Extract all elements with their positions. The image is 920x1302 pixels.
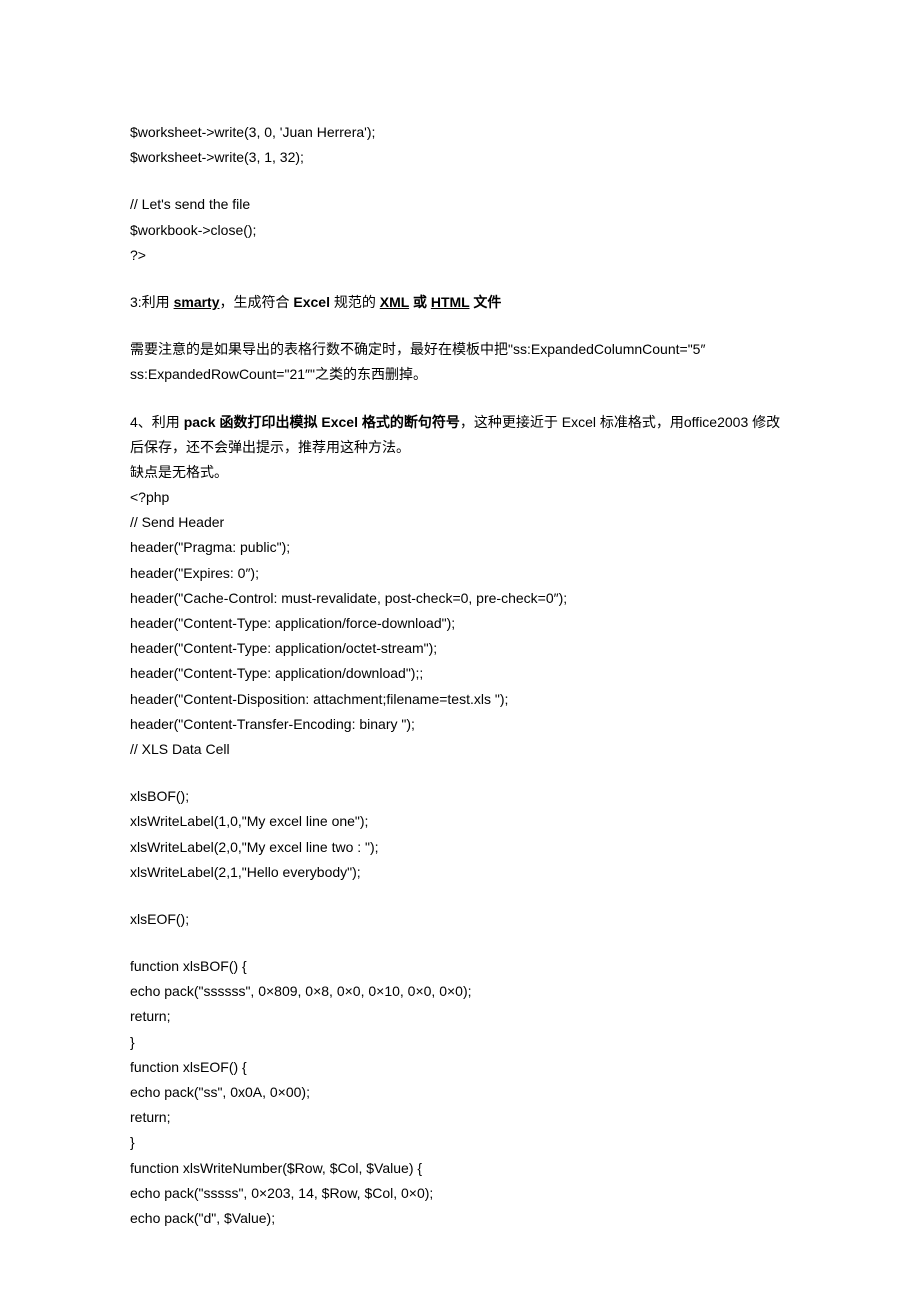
code-line: xlsWriteLabel(2,1,"Hello everybody");	[130, 860, 790, 885]
code-line: xlsEOF();	[130, 907, 790, 932]
code-block-5: xlsBOF(); xlsWriteLabel(1,0,"My excel li…	[130, 784, 790, 885]
code-line: echo pack("d", $Value);	[130, 1206, 790, 1231]
code-line: header("Content-Type: application/force-…	[130, 611, 790, 636]
code-block-6: xlsEOF();	[130, 907, 790, 932]
code-line: header("Content-Type: application/octet-…	[130, 636, 790, 661]
link-xml[interactable]: XML	[380, 294, 409, 310]
code-line: function xlsBOF() {	[130, 954, 790, 979]
code-line: ?>	[130, 243, 790, 268]
code-line: xlsWriteLabel(1,0,"My excel line one");	[130, 809, 790, 834]
section-4-heading-line: 4、利用 pack 函数打印出模拟 Excel 格式的断句符号，这种更接近于 E…	[130, 410, 790, 460]
code-line: return;	[130, 1105, 790, 1130]
code-line: xlsBOF();	[130, 784, 790, 809]
code-line: header("Expires: 0″);	[130, 561, 790, 586]
section-3-heading: 3:利用 smarty，生成符合 Excel 规范的 XML 或 HTML 文件	[130, 290, 790, 315]
code-line: $workbook->close();	[130, 218, 790, 243]
code-line: $worksheet->write(3, 1, 32);	[130, 145, 790, 170]
code-line: header("Content-Transfer-Encoding: binar…	[130, 712, 790, 737]
code-line: xlsWriteLabel(2,0,"My excel line two : "…	[130, 835, 790, 860]
code-line: 缺点是无格式。	[130, 460, 790, 485]
code-line: return;	[130, 1004, 790, 1029]
code-line: }	[130, 1030, 790, 1055]
code-line: // XLS Data Cell	[130, 737, 790, 762]
code-line: function xlsWriteNumber($Row, $Col, $Val…	[130, 1156, 790, 1181]
code-line: echo pack("ss", 0x0A, 0×00);	[130, 1080, 790, 1105]
text: 规范的	[334, 294, 380, 310]
text: ，生成符合	[220, 294, 294, 310]
text: 函数打印出模拟	[220, 414, 322, 430]
code-block-2: // Let's send the file $workbook->close(…	[130, 192, 790, 268]
bold-text: Excel	[293, 294, 333, 310]
text: 4、利用	[130, 414, 184, 430]
bold-text: pack	[184, 414, 220, 430]
code-line: function xlsEOF() {	[130, 1055, 790, 1080]
text: 文件	[469, 294, 501, 310]
text: 或	[409, 294, 431, 310]
text: 格式的断句符号	[362, 414, 460, 430]
code-block-7: function xlsBOF() { echo pack("ssssss", …	[130, 954, 790, 1231]
section-4-block: 4、利用 pack 函数打印出模拟 Excel 格式的断句符号，这种更接近于 E…	[130, 410, 790, 763]
code-line: echo pack("sssss", 0×203, 14, $Row, $Col…	[130, 1181, 790, 1206]
code-line: // Let's send the file	[130, 192, 790, 217]
link-html[interactable]: HTML	[431, 294, 470, 310]
code-line: header("Content-Disposition: attachment;…	[130, 687, 790, 712]
paragraph-note: 需要注意的是如果导出的表格行数不确定时，最好在模板中把"ss:ExpandedC…	[130, 337, 790, 387]
code-line: echo pack("ssssss", 0×809, 0×8, 0×0, 0×1…	[130, 979, 790, 1004]
code-line: <?php	[130, 485, 790, 510]
code-block-1: $worksheet->write(3, 0, 'Juan Herrera');…	[130, 120, 790, 170]
code-line: // Send Header	[130, 510, 790, 535]
code-line: }	[130, 1130, 790, 1155]
text: 3:利用	[130, 294, 174, 310]
link-smarty[interactable]: smarty	[174, 294, 220, 310]
code-line: header("Content-Type: application/downlo…	[130, 661, 790, 686]
code-line: $worksheet->write(3, 0, 'Juan Herrera');	[130, 120, 790, 145]
bold-text: Excel	[321, 414, 361, 430]
code-line: header("Cache-Control: must-revalidate, …	[130, 586, 790, 611]
code-line: header("Pragma: public");	[130, 535, 790, 560]
